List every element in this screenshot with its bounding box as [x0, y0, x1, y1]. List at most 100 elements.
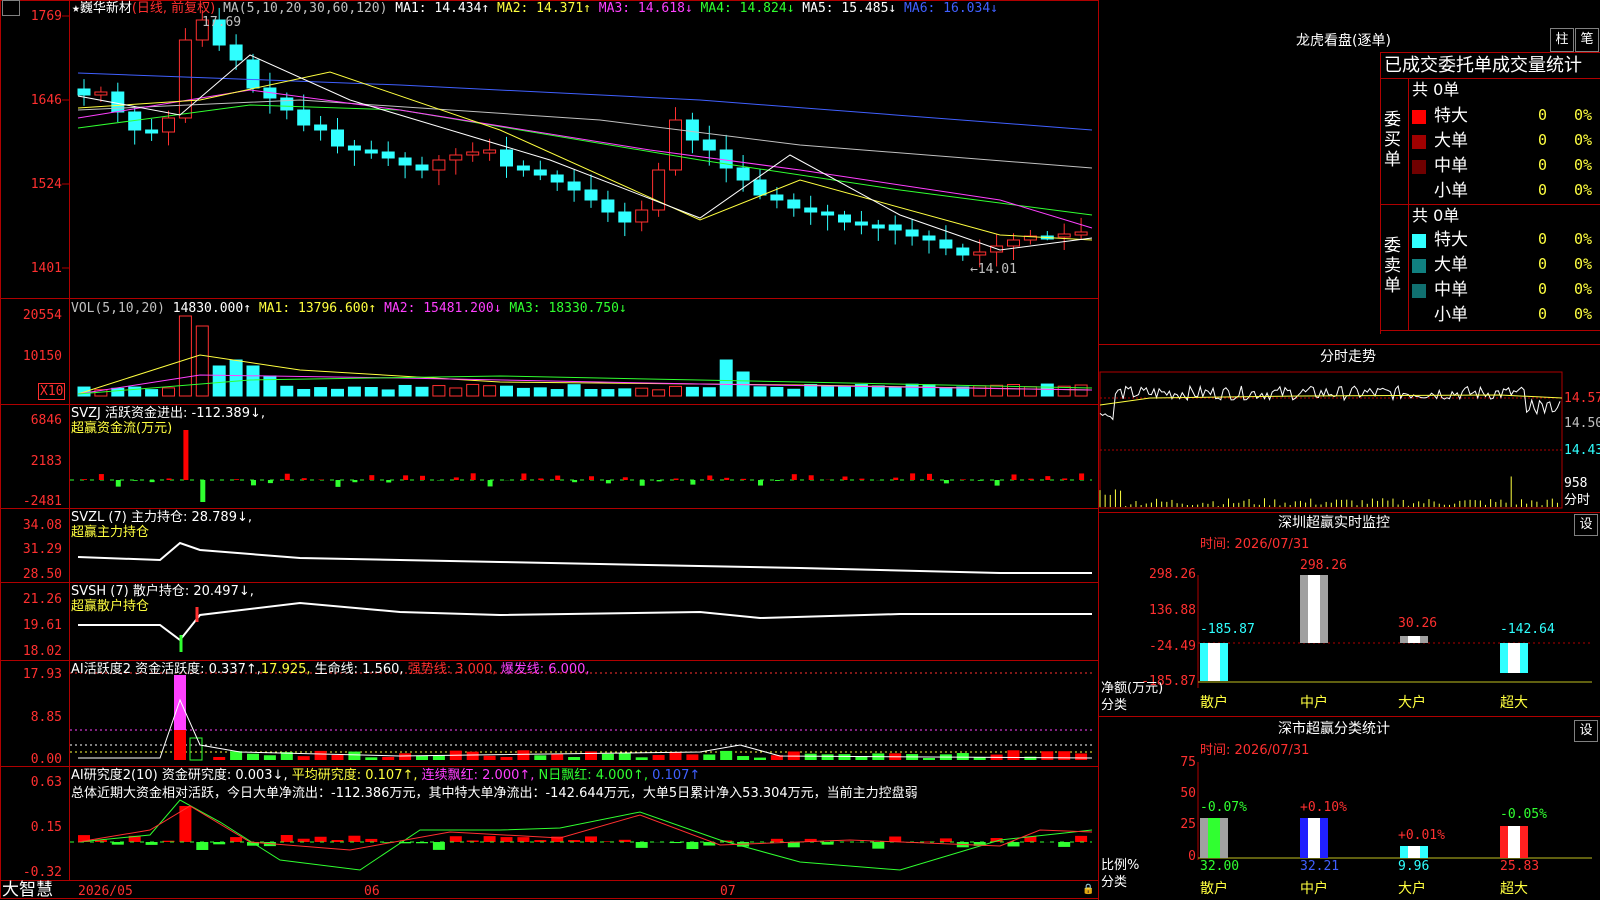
monitor-axis-label: 298.26 [1149, 567, 1196, 582]
candle-body [618, 211, 632, 223]
activity-bar [432, 755, 445, 760]
order-percent: 0% [1574, 106, 1593, 124]
activity-bar [956, 753, 969, 760]
category-label: 散户 [1200, 695, 1228, 711]
stats-axis-label: 75 [1180, 755, 1196, 770]
order-color-swatch [1412, 234, 1426, 248]
volume-bar [533, 387, 547, 397]
order-color-swatch [1412, 259, 1426, 273]
activity-bar [247, 753, 259, 760]
activity-bar [618, 753, 631, 760]
tick-view-button[interactable]: 笔 [1575, 28, 1599, 52]
volume-bar [871, 385, 885, 397]
volume-bar [635, 387, 649, 397]
ai1-value: 17.925, [260, 662, 311, 677]
stats-settings-button[interactable]: 设 [1574, 720, 1598, 742]
activity-bar [365, 757, 378, 760]
ma2-value: MA2: 14.371↑ [497, 1, 591, 16]
research-bar [1058, 842, 1071, 847]
flow-bar [521, 473, 527, 480]
flow-bar [369, 475, 375, 480]
flow-bar [690, 480, 696, 485]
flow-bar [774, 480, 780, 481]
stats-value-label: 25.83 [1500, 859, 1540, 874]
candle-body [567, 181, 581, 191]
chart-mode[interactable]: (日线, 前复权) [132, 1, 215, 16]
brand-logo: 大智慧 [2, 880, 53, 900]
category-label: 超大 [1500, 881, 1528, 897]
activity-bar [720, 750, 733, 760]
low-price-marker: ←14.01 [970, 262, 1017, 277]
volume-bar [347, 386, 361, 397]
flow-bar [267, 480, 273, 484]
order-size-name: 特大 [1434, 106, 1468, 126]
monitor-bar-large [1400, 636, 1428, 643]
volume-bar [1023, 386, 1037, 397]
activity-bar [703, 754, 716, 760]
monitor-y-label: 净额(万元) [1101, 681, 1164, 696]
activity-bar [923, 757, 935, 760]
research-bar [280, 835, 293, 842]
volume-bar [601, 389, 615, 397]
bar-value-label: -185.87 [1200, 622, 1255, 637]
monitor-axis-label: -24.49 [1149, 639, 1196, 654]
favorite-star-icon[interactable]: ★ [72, 1, 80, 16]
monitor-settings-button[interactable]: 设 [1574, 514, 1598, 536]
buy-side-label: 委买单 [1384, 110, 1401, 170]
order-count: 0 [1538, 230, 1548, 248]
flow-bar [673, 478, 679, 480]
activity-bar [1041, 751, 1054, 760]
lock-icon[interactable]: 🔒 [1082, 882, 1094, 897]
flow-bar [200, 480, 206, 502]
svzj-axis-label: 6846 [30, 413, 62, 428]
candle-body [635, 209, 649, 223]
volume-bar [922, 384, 936, 397]
bar-value-label: -0.05% [1500, 807, 1547, 822]
category-label: 大户 [1398, 881, 1426, 897]
research-bar [500, 837, 513, 842]
activity-bar [466, 751, 479, 760]
candle-body [719, 149, 733, 169]
stats-title: 深市超赢分类统计 [1278, 721, 1390, 737]
research-bar [432, 842, 445, 850]
flow-bar [234, 479, 240, 480]
bar-view-button[interactable]: 柱 [1550, 28, 1574, 52]
candle-body [821, 211, 835, 216]
order-stats-header[interactable]: 已成交委托单成交量统计 [1384, 56, 1582, 76]
order-size-name: 特大 [1434, 230, 1468, 250]
ai1-axis-label: 0.00 [30, 752, 62, 767]
candle-body [787, 199, 801, 209]
stats-x-label: 分类 [1101, 875, 1128, 890]
flow-bar [1011, 474, 1017, 480]
research-bar [1075, 835, 1088, 842]
ma1-value: MA1: 14.434↑ [395, 1, 490, 16]
research-bar [517, 837, 530, 842]
monitor-bar-retail [1200, 643, 1228, 681]
research-bar [483, 836, 496, 842]
ma3-value: MA3: 14.618↓ [598, 1, 693, 16]
category-label: 大户 [1398, 695, 1426, 711]
candle-body [956, 247, 970, 256]
volume-bar [618, 388, 632, 397]
ai2-label: AI研究度2(10) [71, 768, 158, 783]
activity-bar [1058, 751, 1071, 760]
stats-bar-super [1500, 826, 1528, 858]
flow-bar [420, 475, 425, 480]
research-bar [230, 837, 243, 842]
chart-canvas[interactable] [0, 0, 1600, 900]
bar-value-label: +0.01% [1398, 828, 1445, 843]
svzl-axis-label: 34.08 [22, 518, 62, 533]
candle-body [483, 149, 497, 154]
ai1-burst-line: 爆发线: 6.000, [500, 662, 590, 677]
candle-body [449, 154, 463, 161]
research-bar [348, 835, 361, 842]
candle-body [246, 59, 260, 89]
candle-body [888, 224, 902, 231]
stats-axis-label: 25 [1180, 817, 1196, 832]
volume-bar [702, 387, 716, 397]
candle-body [229, 44, 243, 61]
candle-body [770, 194, 784, 201]
main-holding-line [77, 541, 1092, 574]
volume-bar [145, 389, 159, 397]
price-axis-label: 1646 [30, 93, 62, 108]
